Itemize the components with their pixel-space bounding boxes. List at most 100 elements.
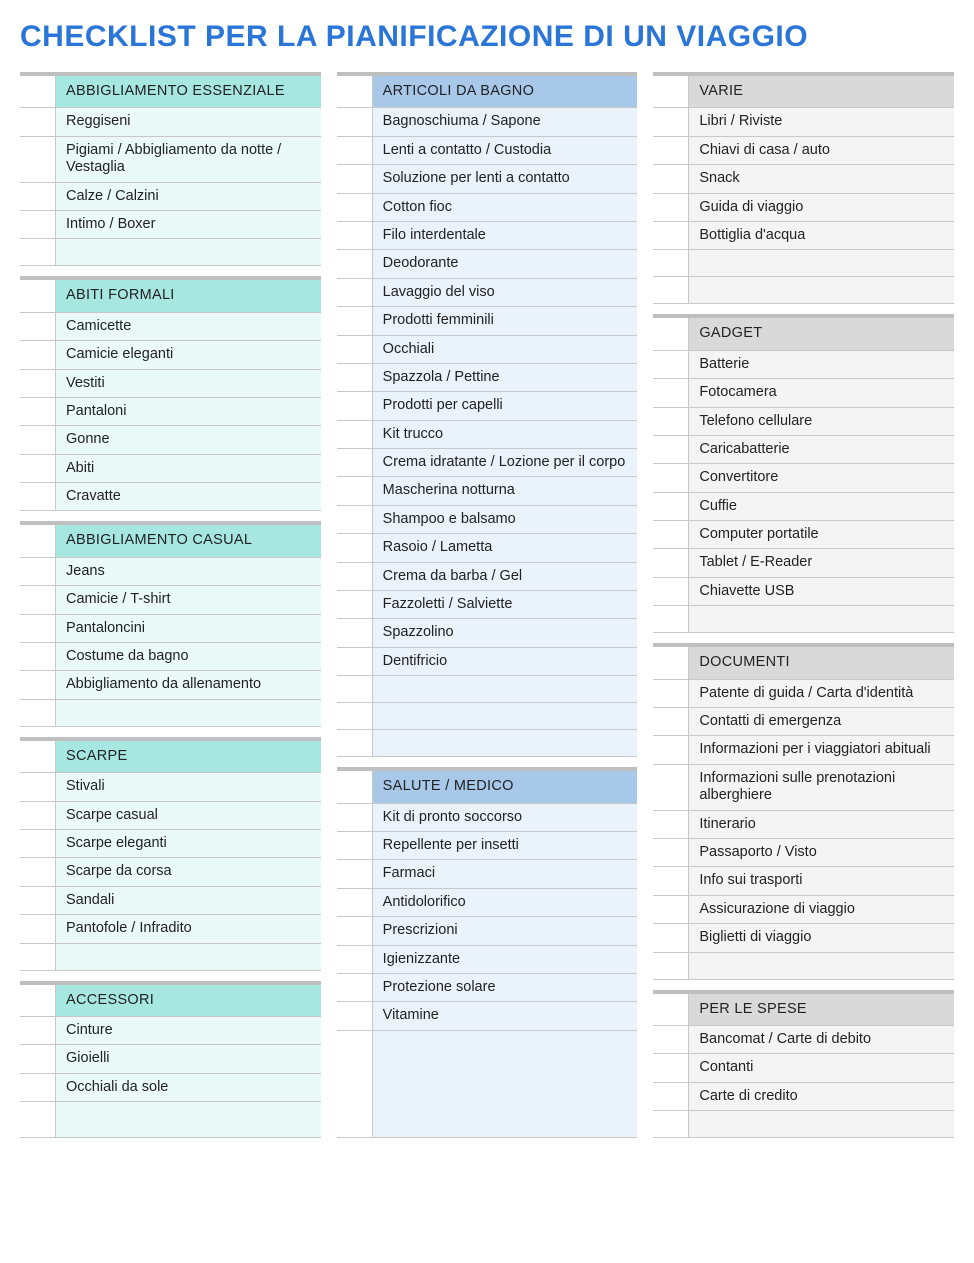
checkbox-cell[interactable] — [20, 137, 56, 182]
checkbox-cell[interactable] — [653, 493, 689, 520]
checkbox-cell[interactable] — [20, 985, 56, 1016]
checkbox-cell[interactable] — [653, 108, 689, 135]
checkbox-cell[interactable] — [337, 534, 373, 561]
checkbox-cell[interactable] — [653, 1054, 689, 1081]
checkbox-cell[interactable] — [20, 108, 56, 135]
checkbox-cell[interactable] — [20, 643, 56, 670]
checkbox-cell[interactable] — [337, 832, 373, 859]
checkbox-cell[interactable] — [653, 408, 689, 435]
checkbox-cell[interactable] — [653, 736, 689, 763]
checkbox-cell[interactable] — [20, 773, 56, 800]
checkbox-cell[interactable] — [653, 765, 689, 810]
checkbox-cell[interactable] — [20, 183, 56, 210]
checkbox-cell[interactable] — [20, 341, 56, 368]
checkbox-cell[interactable] — [20, 239, 56, 265]
checkbox-cell[interactable] — [653, 896, 689, 923]
checkbox-cell[interactable] — [20, 1045, 56, 1072]
checkbox-cell[interactable] — [337, 917, 373, 944]
checkbox-cell[interactable] — [20, 76, 56, 107]
checkbox-cell[interactable] — [337, 974, 373, 1001]
checkbox-cell[interactable] — [20, 558, 56, 585]
checkbox-cell[interactable] — [20, 944, 56, 970]
checkbox-cell[interactable] — [20, 830, 56, 857]
checkbox-cell[interactable] — [337, 108, 373, 135]
checkbox-cell[interactable] — [337, 1002, 373, 1029]
checkbox-cell[interactable] — [20, 483, 56, 510]
checkbox-cell[interactable] — [20, 586, 56, 613]
checkbox-cell[interactable] — [653, 521, 689, 548]
checkbox-cell[interactable] — [653, 137, 689, 164]
checkbox-cell[interactable] — [337, 137, 373, 164]
checkbox-cell[interactable] — [20, 525, 56, 556]
checkbox-cell[interactable] — [653, 994, 689, 1025]
checkbox-cell[interactable] — [337, 449, 373, 476]
checkbox-cell[interactable] — [337, 336, 373, 363]
checkbox-cell[interactable] — [20, 858, 56, 885]
checkbox-cell[interactable] — [337, 563, 373, 590]
checkbox-cell[interactable] — [653, 165, 689, 192]
checkbox-cell[interactable] — [653, 222, 689, 249]
checkbox-cell[interactable] — [20, 1074, 56, 1101]
checkbox-cell[interactable] — [653, 578, 689, 605]
checkbox-cell[interactable] — [337, 307, 373, 334]
checkbox-cell[interactable] — [653, 277, 689, 303]
checkbox-cell[interactable] — [20, 615, 56, 642]
checkbox-cell[interactable] — [653, 867, 689, 894]
checkbox-cell[interactable] — [337, 591, 373, 618]
checkbox-cell[interactable] — [653, 250, 689, 276]
checkbox-cell[interactable] — [20, 1017, 56, 1044]
checkbox-cell[interactable] — [20, 741, 56, 772]
checkbox-cell[interactable] — [20, 280, 56, 311]
checkbox-cell[interactable] — [337, 1031, 373, 1137]
checkbox-cell[interactable] — [337, 76, 373, 107]
checkbox-cell[interactable] — [653, 606, 689, 632]
checkbox-cell[interactable] — [653, 76, 689, 107]
checkbox-cell[interactable] — [20, 398, 56, 425]
checkbox-cell[interactable] — [337, 165, 373, 192]
checkbox-cell[interactable] — [337, 421, 373, 448]
checkbox-cell[interactable] — [337, 222, 373, 249]
checkbox-cell[interactable] — [20, 211, 56, 238]
checkbox-cell[interactable] — [337, 364, 373, 391]
checkbox-cell[interactable] — [653, 1111, 689, 1137]
checkbox-cell[interactable] — [337, 860, 373, 887]
checkbox-cell[interactable] — [653, 379, 689, 406]
checkbox-cell[interactable] — [653, 953, 689, 979]
checkbox-cell[interactable] — [337, 946, 373, 973]
checkbox-cell[interactable] — [337, 676, 373, 702]
checkbox-cell[interactable] — [20, 700, 56, 726]
checkbox-cell[interactable] — [337, 477, 373, 504]
checkbox-cell[interactable] — [653, 436, 689, 463]
checkbox-cell[interactable] — [337, 194, 373, 221]
checkbox-cell[interactable] — [337, 771, 373, 802]
checkbox-cell[interactable] — [653, 318, 689, 349]
checkbox-cell[interactable] — [337, 804, 373, 831]
checkbox-cell[interactable] — [20, 1102, 56, 1137]
checkbox-cell[interactable] — [20, 455, 56, 482]
checkbox-cell[interactable] — [337, 392, 373, 419]
checkbox-cell[interactable] — [653, 464, 689, 491]
checkbox-cell[interactable] — [653, 811, 689, 838]
checkbox-cell[interactable] — [20, 370, 56, 397]
checkbox-cell[interactable] — [653, 194, 689, 221]
checkbox-cell[interactable] — [653, 924, 689, 951]
checkbox-cell[interactable] — [653, 351, 689, 378]
checkbox-cell[interactable] — [337, 279, 373, 306]
checkbox-cell[interactable] — [653, 549, 689, 576]
checkbox-cell[interactable] — [20, 802, 56, 829]
checkbox-cell[interactable] — [653, 1083, 689, 1110]
checkbox-cell[interactable] — [337, 889, 373, 916]
checkbox-cell[interactable] — [337, 703, 373, 729]
checkbox-cell[interactable] — [653, 1026, 689, 1053]
checkbox-cell[interactable] — [337, 250, 373, 277]
checkbox-cell[interactable] — [337, 648, 373, 675]
checkbox-cell[interactable] — [653, 680, 689, 707]
checkbox-cell[interactable] — [653, 647, 689, 678]
checkbox-cell[interactable] — [337, 730, 373, 756]
checkbox-cell[interactable] — [20, 671, 56, 698]
checkbox-cell[interactable] — [653, 708, 689, 735]
checkbox-cell[interactable] — [20, 426, 56, 453]
checkbox-cell[interactable] — [337, 619, 373, 646]
checkbox-cell[interactable] — [337, 506, 373, 533]
checkbox-cell[interactable] — [20, 887, 56, 914]
